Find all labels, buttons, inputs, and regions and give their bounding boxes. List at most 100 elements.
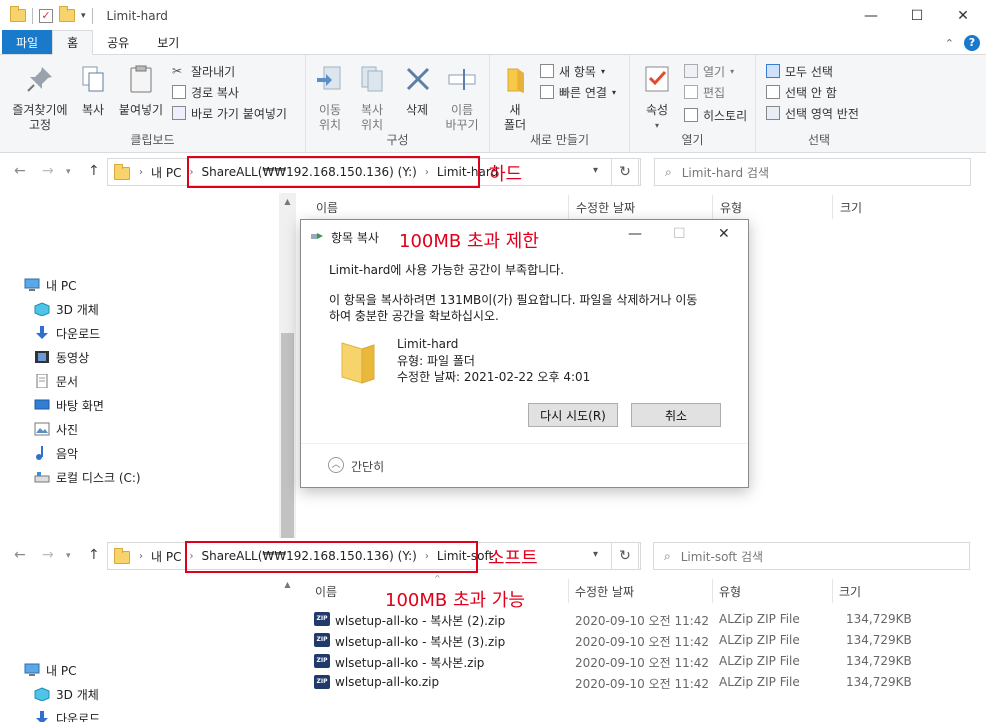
copy-button[interactable]: 복사 xyxy=(76,63,110,118)
tab-view[interactable]: 보기 xyxy=(143,30,193,54)
search-input[interactable]: ⌕ Limit-soft 검색 xyxy=(653,542,970,570)
back-button[interactable]: ← xyxy=(14,547,26,563)
nav-item-this-pc[interactable]: 내 PC xyxy=(24,275,76,295)
nav-item-pictures[interactable]: 사진 xyxy=(34,419,78,439)
breadcrumb[interactable]: 내 PC xyxy=(146,548,186,565)
ribbon-tabs: 파일 홈 공유 보기 ⌃ ? xyxy=(0,30,986,55)
table-row[interactable]: ZIP wlsetup-all-ko.zip 2020-09-10 오전 11:… xyxy=(310,672,912,693)
properties-quick-icon[interactable]: ✓ xyxy=(39,8,53,23)
select-all-button[interactable]: 모두 선택 xyxy=(766,61,833,81)
new-item-button[interactable]: 새 항목 ▾ xyxy=(540,61,605,81)
select-none-button[interactable]: 선택 안 함 xyxy=(766,82,837,102)
paste-button[interactable]: 붙여넣기 xyxy=(116,63,166,118)
help-icon[interactable]: ? xyxy=(964,35,980,51)
music-icon xyxy=(36,446,43,460)
table-row[interactable]: ZIP wlsetup-all-ko - 복사본.zip 2020-09-10 … xyxy=(310,651,912,672)
nav-item-downloads[interactable]: 다운로드 xyxy=(34,708,100,722)
dialog-message: Limit-hard에 사용 가능한 공간이 부족합니다. xyxy=(329,263,565,277)
nav-scrollbar[interactable]: ▲ xyxy=(279,576,296,722)
paste-icon xyxy=(130,65,152,93)
easy-access-icon xyxy=(540,85,554,99)
new-group: 새 폴더 새 항목 ▾ 빠른 연결 ▾ 새로 만들기 xyxy=(490,55,630,153)
ribbon: 즐겨찾기에 고정 복사 붙여넣기 ✂ 잘라내기 경로 복사 바로 가기 붙여넣기… xyxy=(0,55,986,153)
back-button[interactable]: ← xyxy=(14,163,26,179)
paste-shortcut-button[interactable]: 바로 가기 붙여넣기 xyxy=(172,103,287,123)
maximize-button[interactable]: ☐ xyxy=(894,0,940,31)
recent-dropdown-icon[interactable]: ▾ xyxy=(66,167,71,177)
retry-button[interactable]: 다시 시도(R) xyxy=(528,403,618,427)
copy-to-button[interactable]: 복사 위치 xyxy=(354,63,390,133)
history-button[interactable]: 히스토리 xyxy=(684,105,747,125)
column-size[interactable]: 크기 xyxy=(840,199,862,216)
edit-icon xyxy=(684,85,698,99)
column-date[interactable]: 수정한 날짜 xyxy=(575,583,634,600)
new-folder-button[interactable]: 새 폴더 xyxy=(500,63,530,133)
nav-item-local-disk[interactable]: 로컬 디스크 (C:) xyxy=(34,467,141,487)
invert-selection-button[interactable]: 선택 영역 반전 xyxy=(766,103,859,123)
nav-item-videos[interactable]: 동영상 xyxy=(34,347,89,367)
pin-button[interactable]: 즐겨찾기에 고정 xyxy=(6,63,74,133)
nav-item-3d-objects[interactable]: 3D 개체 xyxy=(34,299,99,319)
dialog-title-bar: 항목 복사 100MB 초과 제한 — ☐ ✕ xyxy=(301,220,748,252)
scroll-thumb[interactable] xyxy=(281,333,294,538)
refresh-button[interactable]: ↻ xyxy=(611,542,639,570)
refresh-button[interactable]: ↻ xyxy=(611,158,639,186)
select-all-icon xyxy=(766,64,780,78)
tab-home[interactable]: 홈 xyxy=(52,30,94,55)
delete-button[interactable]: 삭제 xyxy=(402,63,432,118)
edit-button[interactable]: 편집 xyxy=(684,82,725,102)
nav-item-3d-objects[interactable]: 3D 개체 xyxy=(34,684,99,704)
minimize-button[interactable]: — xyxy=(848,0,894,31)
up-button[interactable]: ↑ xyxy=(88,163,100,179)
cut-button[interactable]: ✂ 잘라내기 xyxy=(172,61,235,81)
recent-dropdown-icon[interactable]: ▾ xyxy=(66,551,71,561)
column-name[interactable]: 이름 xyxy=(316,199,338,216)
address-dropdown-icon[interactable]: ▾ xyxy=(593,165,598,176)
column-type[interactable]: 유형 xyxy=(719,583,741,600)
scroll-up-icon[interactable]: ▲ xyxy=(279,576,296,593)
annotation-box xyxy=(185,541,478,573)
bottom-navigation-pane: 내 PC 3D 개체 다운로드 xyxy=(0,576,296,722)
open-button[interactable]: 열기 ▾ xyxy=(684,61,734,81)
collapse-details-link[interactable]: 간단히 xyxy=(351,458,384,475)
cancel-button[interactable]: 취소 xyxy=(631,403,721,427)
table-row[interactable]: ZIP wlsetup-all-ko - 복사본 (3).zip 2020-09… xyxy=(310,630,912,651)
forward-button[interactable]: → xyxy=(42,547,54,563)
nav-item-music[interactable]: 음악 xyxy=(34,443,78,463)
ribbon-collapse-icon[interactable]: ⌃ xyxy=(945,37,954,50)
nav-item-downloads[interactable]: 다운로드 xyxy=(34,323,100,343)
tab-file[interactable]: 파일 xyxy=(2,30,53,54)
column-name[interactable]: 이름 xyxy=(315,583,337,600)
forward-button[interactable]: → xyxy=(42,163,54,179)
dialog-close-button[interactable]: ✕ xyxy=(718,226,730,242)
dialog-minimize-button[interactable]: — xyxy=(628,226,642,242)
address-dropdown-icon[interactable]: ▾ xyxy=(593,549,598,560)
nav-item-this-pc[interactable]: 내 PC xyxy=(24,660,76,680)
scroll-up-icon[interactable]: ▲ xyxy=(279,193,296,210)
scissors-icon: ✂ xyxy=(172,64,183,78)
search-icon: ⌕ xyxy=(665,164,672,179)
breadcrumb[interactable]: 내 PC xyxy=(146,164,186,181)
download-icon xyxy=(36,711,48,722)
new-folder-quick-icon[interactable] xyxy=(59,6,75,22)
tab-share[interactable]: 공유 xyxy=(93,30,143,54)
properties-button[interactable]: 속성 ▾ xyxy=(640,63,674,133)
nav-item-documents[interactable]: 문서 xyxy=(34,371,78,391)
column-size[interactable]: 크기 xyxy=(839,583,861,600)
chevron-up-icon[interactable]: ︿ xyxy=(328,457,344,473)
nav-item-desktop[interactable]: 바탕 화면 xyxy=(34,395,104,415)
folder-icon xyxy=(114,547,130,564)
download-icon xyxy=(36,326,48,339)
rename-button[interactable]: 이름 바꾸기 xyxy=(442,63,482,133)
search-input[interactable]: ⌕ Limit-hard 검색 xyxy=(654,158,971,186)
close-button[interactable]: ✕ xyxy=(940,0,986,31)
up-button[interactable]: ↑ xyxy=(88,547,100,563)
column-type[interactable]: 유형 xyxy=(720,199,742,216)
table-row[interactable]: ZIP wlsetup-all-ko - 복사본 (2).zip 2020-09… xyxy=(310,609,912,630)
easy-access-button[interactable]: 빠른 연결 ▾ xyxy=(540,82,616,102)
column-date[interactable]: 수정한 날짜 xyxy=(576,199,635,216)
nav-scrollbar[interactable]: ▲ xyxy=(279,193,296,538)
copy-path-button[interactable]: 경로 복사 xyxy=(172,82,239,102)
move-to-button[interactable]: 이동 위치 xyxy=(312,63,348,133)
quick-access-dropdown-icon[interactable]: ▾ xyxy=(81,11,86,21)
